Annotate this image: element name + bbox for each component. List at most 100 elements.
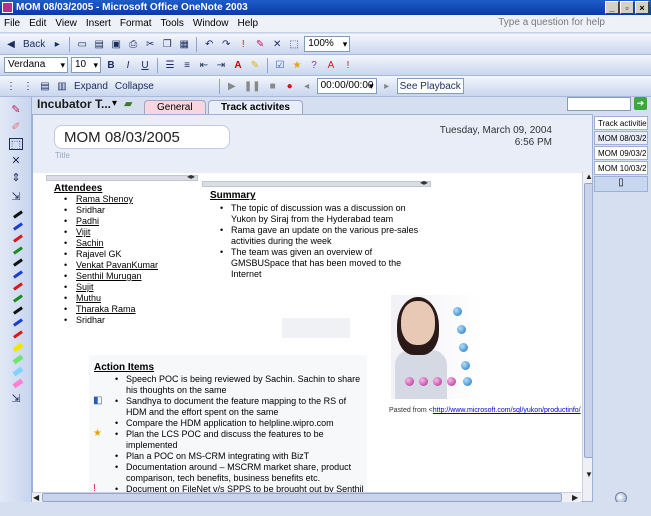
blue-pen-icon[interactable]: [13, 270, 23, 279]
outline-collapse-icon[interactable]: ⋮: [21, 78, 35, 94]
decrease-indent-icon[interactable]: ⇤: [197, 57, 211, 73]
highlight-icon[interactable]: ✎: [248, 57, 262, 73]
flag-icon[interactable]: !: [236, 36, 250, 52]
black-pen-icon[interactable]: [13, 306, 23, 315]
container-handle[interactable]: [202, 178, 431, 187]
green-pen-icon[interactable]: [13, 294, 23, 303]
page-title[interactable]: MOM 08/03/2005: [54, 125, 230, 149]
italic-button[interactable]: I: [121, 57, 135, 73]
vertical-scroll-thumb[interactable]: [584, 183, 592, 458]
important-icon[interactable]: !: [341, 57, 355, 73]
notebook-title[interactable]: Incubator T...: [37, 97, 111, 111]
undo-icon[interactable]: ↶: [202, 36, 216, 52]
pink-highlighter-icon[interactable]: [12, 378, 24, 389]
delete-icon[interactable]: ✕: [9, 155, 23, 167]
eraser-icon[interactable]: ✐: [9, 121, 23, 133]
blue-highlighter-icon[interactable]: [12, 366, 24, 377]
zoom-combo[interactable]: 100%: [304, 36, 351, 52]
outline-show-icon[interactable]: ▤: [38, 78, 52, 94]
selection-icon[interactable]: ⬚: [287, 36, 301, 52]
menu-insert[interactable]: Insert: [86, 18, 111, 29]
attendees-container[interactable]: Attendees Rama Shenoy Sridhar Padhi Viji…: [46, 172, 198, 335]
selection-tool-icon[interactable]: ⬚: [9, 138, 23, 151]
tab-track-activites[interactable]: Track activites: [208, 100, 303, 114]
collapse-button[interactable]: Collapse: [113, 78, 156, 94]
minimize-button[interactable]: _: [605, 1, 619, 14]
black-pen-icon[interactable]: [13, 258, 23, 267]
note-tag-icon[interactable]: A: [324, 57, 338, 73]
menu-window[interactable]: Window: [193, 18, 229, 29]
numbering-icon[interactable]: ≡: [180, 57, 194, 73]
eraser-icon[interactable]: ✕: [270, 36, 284, 52]
pen-mode-icon[interactable]: ⇲: [9, 393, 23, 405]
todo-checkbox-icon[interactable]: ☑: [273, 57, 287, 73]
scroll-down-icon[interactable]: ▼: [585, 470, 592, 480]
font-combo[interactable]: Verdana: [4, 57, 68, 73]
paste-icon[interactable]: ▦: [177, 36, 191, 52]
red-pen-icon[interactable]: [13, 234, 23, 243]
new-page-button[interactable]: ▯: [594, 176, 648, 192]
yellow-highlighter-icon[interactable]: [12, 342, 24, 353]
pause-icon[interactable]: ❚❚: [242, 78, 263, 94]
redo-icon[interactable]: ↷: [219, 36, 233, 52]
menu-format[interactable]: Format: [120, 18, 152, 29]
play-icon[interactable]: ▶: [225, 78, 239, 94]
insert-space-icon[interactable]: ⇕: [9, 172, 23, 184]
menu-view[interactable]: View: [55, 18, 77, 29]
forward-icon[interactable]: ▸: [50, 36, 64, 52]
star-icon[interactable]: ★: [290, 57, 304, 73]
cut-icon[interactable]: ✂: [143, 36, 157, 52]
audio-time-field[interactable]: 00:00/00:00: [316, 78, 377, 94]
pen-mode-icon[interactable]: ⇲: [9, 191, 23, 203]
see-playback-button[interactable]: See Playback: [396, 78, 464, 94]
back-button[interactable]: Back: [21, 36, 47, 52]
fastforward-icon[interactable]: ▸: [380, 78, 394, 94]
summary-container[interactable]: Summary The topic of discussion was a di…: [202, 178, 431, 281]
vertical-scrollbar[interactable]: ▲ ▼: [582, 172, 592, 501]
font-size-combo[interactable]: 10: [71, 57, 101, 73]
notebook-icon[interactable]: ▰: [124, 97, 132, 110]
source-link[interactable]: http://www.microsoft.com/sql/yukon/produ…: [433, 407, 581, 414]
green-highlighter-icon[interactable]: [12, 354, 24, 365]
horizontal-scroll-thumb[interactable]: [42, 493, 562, 502]
red-pen-icon[interactable]: [13, 330, 23, 339]
menu-help[interactable]: Help: [237, 18, 258, 29]
increase-indent-icon[interactable]: ⇥: [214, 57, 228, 73]
star-tag-icon[interactable]: ★: [93, 428, 102, 439]
close-button[interactable]: ×: [635, 1, 649, 14]
rewind-icon[interactable]: ◂: [300, 78, 314, 94]
scroll-up-icon[interactable]: ▲: [585, 172, 592, 182]
expand-button[interactable]: Expand: [72, 78, 110, 94]
help-question-box[interactable]: Type a question for help: [498, 17, 605, 28]
search-go-icon[interactable]: ➔: [634, 97, 647, 110]
green-pen-icon[interactable]: [13, 246, 23, 255]
action-items-container[interactable]: Action Items Speech POC is being reviewe…: [89, 355, 367, 501]
stop-icon[interactable]: ■: [266, 78, 280, 94]
blue-pen-icon[interactable]: [13, 222, 23, 231]
new-page-icon[interactable]: ▭: [75, 36, 89, 52]
pen-icon[interactable]: ✎: [9, 104, 23, 116]
remember-tag-icon[interactable]: ◧: [93, 395, 102, 406]
empty-container[interactable]: [282, 318, 350, 338]
pasted-photo[interactable]: [391, 295, 481, 399]
page-tab-mom-0803[interactable]: MOM 08/03/2: [594, 131, 648, 145]
maximize-button[interactable]: ▫: [620, 1, 634, 14]
bullets-icon[interactable]: ☰: [163, 57, 177, 73]
horizontal-scrollbar[interactable]: ◀ ▶: [32, 492, 581, 502]
page-tab-mom-1003[interactable]: MOM 10/03/2: [594, 161, 648, 175]
red-pen-icon[interactable]: [13, 282, 23, 291]
back-icon[interactable]: ◀: [4, 36, 18, 52]
save-icon[interactable]: ▣: [109, 36, 123, 52]
outline-level-icon[interactable]: ⋮: [4, 78, 18, 94]
copy-icon[interactable]: ❐: [160, 36, 174, 52]
menu-edit[interactable]: Edit: [29, 18, 46, 29]
open-icon[interactable]: ▤: [92, 36, 106, 52]
tab-general[interactable]: General: [144, 100, 206, 114]
menu-tools[interactable]: Tools: [161, 18, 184, 29]
menu-file[interactable]: File: [4, 18, 20, 29]
question-icon[interactable]: ?: [307, 57, 321, 73]
pen-icon[interactable]: ✎: [253, 36, 267, 52]
black-pen-icon[interactable]: [13, 210, 23, 219]
outline-hide-icon[interactable]: ▥: [55, 78, 69, 94]
blue-pen-icon[interactable]: [13, 318, 23, 327]
